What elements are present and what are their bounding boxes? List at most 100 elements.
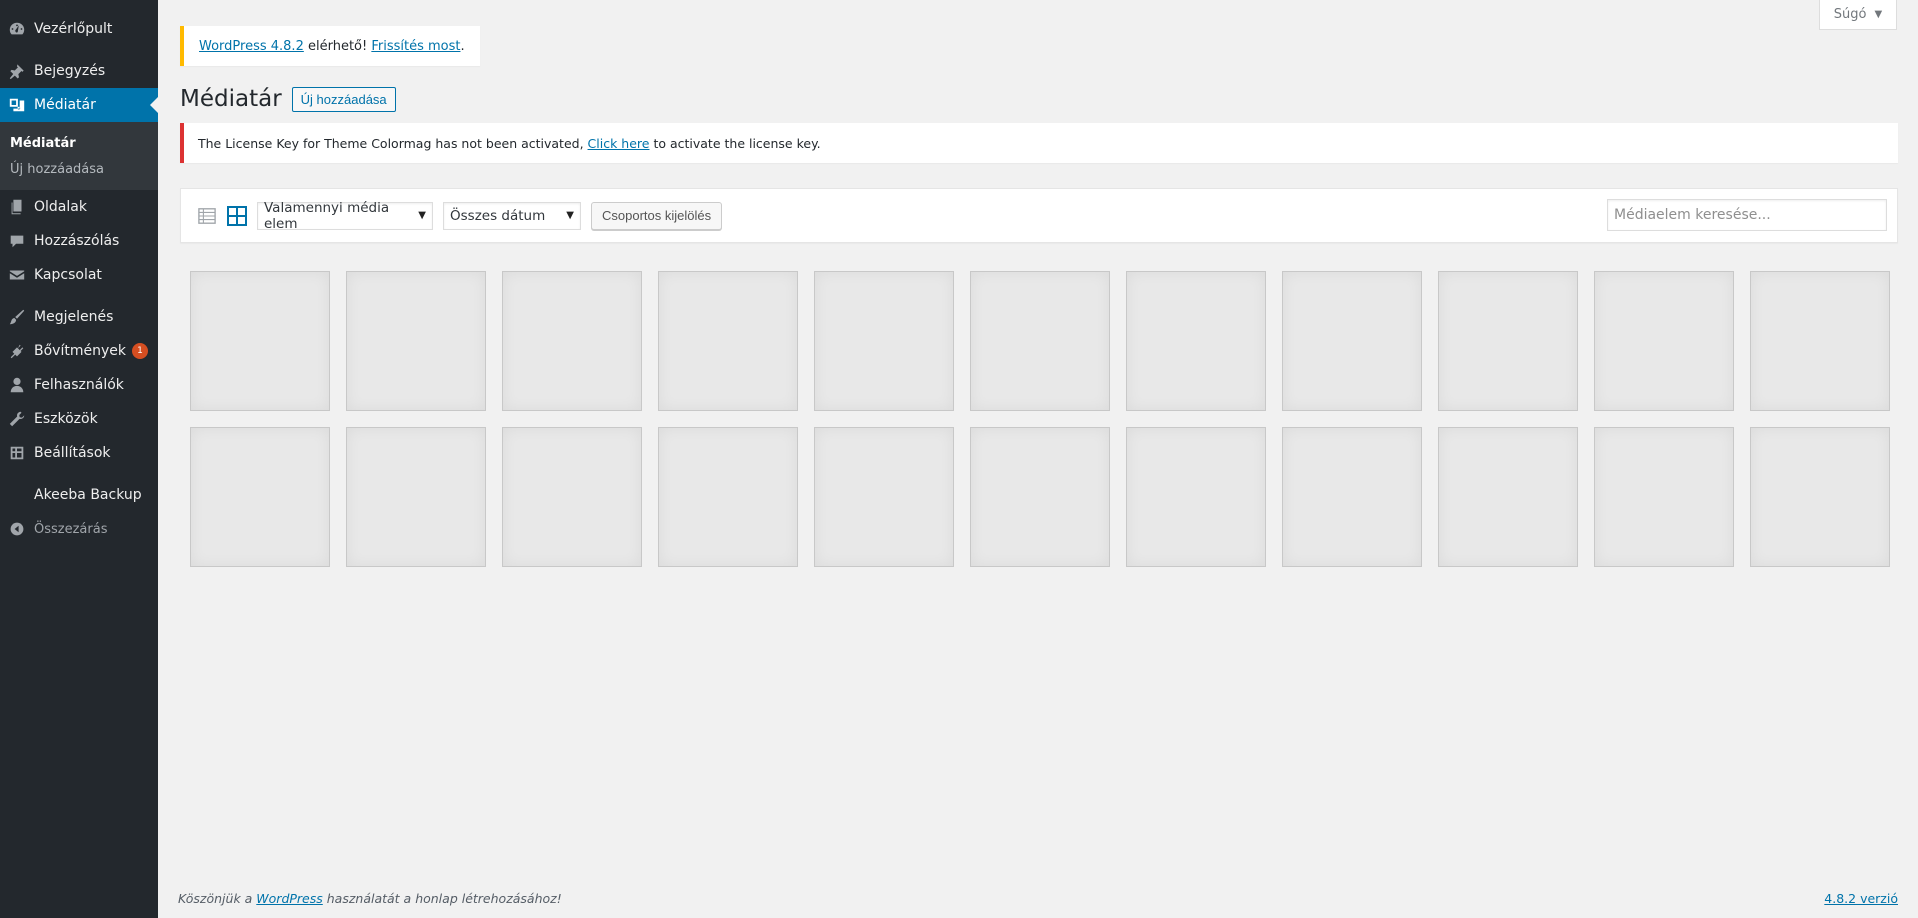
media-tile[interactable] (1438, 427, 1578, 567)
media-toolbar: Valamennyi média elem ▼ Összes dátum ▼ C… (180, 188, 1898, 243)
media-tile[interactable] (658, 271, 798, 411)
comments-icon (0, 232, 34, 250)
media-tile[interactable] (814, 427, 954, 567)
media-submenu: Médiatár Új hozzáadása (0, 122, 158, 190)
license-click-here-link[interactable]: Click here (588, 136, 650, 151)
license-text-after: to activate the license key. (649, 135, 821, 151)
submenu-item-library[interactable]: Médiatár (0, 130, 158, 156)
update-nag-notice: WordPress 4.8.2 elérhető! Frissítés most… (180, 26, 480, 66)
menu-label: Vezérlőpult (34, 21, 113, 37)
license-error-notice: The License Key for Theme Colormag has n… (180, 123, 1898, 163)
media-tile[interactable] (1126, 271, 1266, 411)
pages-icon (0, 198, 34, 216)
media-tile[interactable] (970, 271, 1110, 411)
media-tile[interactable] (1594, 271, 1734, 411)
menu-label: Bővítmények (34, 343, 126, 359)
media-tile[interactable] (190, 427, 330, 567)
chevron-down-icon: ▼ (1874, 9, 1883, 20)
media-tile[interactable] (346, 271, 486, 411)
date-filter-value: Összes dátum (450, 207, 546, 224)
media-tile[interactable] (502, 427, 642, 567)
media-type-filter-value: Valamennyi média elem (264, 199, 390, 232)
dashboard-icon (0, 20, 34, 38)
menu-label: Felhasználók (34, 377, 124, 393)
menu-item-akeeba-backup[interactable]: Akeeba Backup (0, 478, 158, 512)
menu-label: Eszközök (34, 411, 98, 427)
menu-label: Médiatár (34, 97, 96, 113)
submenu-item-add-new[interactable]: Új hozzáadása (0, 156, 158, 182)
update-now-link[interactable]: Frissítés most (371, 39, 460, 54)
media-tile[interactable] (1282, 427, 1422, 567)
menu-item-tools[interactable]: Eszközök (0, 402, 158, 436)
grid-view-icon[interactable] (227, 205, 247, 226)
update-nag-end: . (460, 38, 465, 54)
date-filter[interactable]: Összes dátum ▼ (443, 201, 581, 230)
admin-menu: Vezérlőpult Bejegyzés Médiatár Médiatár … (0, 0, 158, 546)
media-tile[interactable] (190, 271, 330, 411)
menu-label: Oldalak (34, 199, 87, 215)
dropdown-arrow-icon: ▼ (418, 210, 426, 221)
menu-item-appearance[interactable]: Megjelenés (0, 300, 158, 334)
menu-item-users[interactable]: Felhasználók (0, 368, 158, 402)
bulk-select-button[interactable]: Csoportos kijelölés (591, 201, 723, 230)
menu-label: Bejegyzés (34, 63, 106, 79)
license-text-before: The License Key for Theme Colormag has n… (198, 135, 588, 151)
list-view-icon[interactable] (197, 206, 217, 226)
page-title: Médiatár (180, 86, 282, 112)
media-search-input[interactable] (1607, 199, 1887, 231)
media-tile[interactable] (1282, 271, 1422, 411)
media-grid (190, 271, 1890, 567)
main-content: Súgó ▼ WordPress 4.8.2 elérhető! Frissít… (158, 0, 1918, 918)
dropdown-arrow-icon: ▼ (566, 210, 574, 221)
media-tile[interactable] (502, 271, 642, 411)
menu-item-collapse[interactable]: Összezárás (0, 512, 158, 546)
media-tile[interactable] (346, 427, 486, 567)
settings-icon (0, 444, 34, 462)
menu-item-contact[interactable]: Kapcsolat (0, 258, 158, 292)
menu-label: Beállítások (34, 445, 111, 461)
admin-footer: Köszönjük a WordPress használatát a honl… (178, 888, 1898, 908)
menu-item-plugins[interactable]: Bővítmények 1 (0, 334, 158, 368)
media-tile[interactable] (970, 427, 1110, 567)
media-tile[interactable] (1438, 271, 1578, 411)
media-tile[interactable] (658, 427, 798, 567)
collapse-icon (0, 521, 34, 537)
brush-icon (0, 308, 34, 326)
pin-icon (0, 62, 34, 80)
media-icon (0, 96, 34, 114)
menu-label: Akeeba Backup (34, 487, 142, 503)
menu-item-dashboard[interactable]: Vezérlőpult (0, 12, 158, 46)
media-tile[interactable] (1126, 427, 1266, 567)
help-tab-button[interactable]: Súgó ▼ (1819, 0, 1897, 30)
users-icon (0, 376, 34, 394)
menu-item-pages[interactable]: Oldalak (0, 190, 158, 224)
page-header: Médiatár Új hozzáadása (180, 86, 396, 112)
add-new-media-button[interactable]: Új hozzáadása (291, 86, 396, 112)
menu-label: Megjelenés (34, 309, 114, 325)
media-tile[interactable] (1594, 427, 1734, 567)
menu-label: Összezárás (34, 521, 108, 537)
footer-wordpress-link[interactable]: WordPress (256, 891, 322, 906)
menu-label: Hozzászólás (34, 233, 120, 249)
media-type-filter[interactable]: Valamennyi média elem ▼ (257, 199, 433, 232)
menu-item-comments[interactable]: Hozzászólás (0, 224, 158, 258)
footer-text-after: használatát a honlap létrehozásához! (322, 890, 562, 906)
menu-label: Kapcsolat (34, 267, 102, 283)
menu-item-posts[interactable]: Bejegyzés (0, 54, 158, 88)
mail-icon (0, 266, 34, 284)
media-tile[interactable] (1750, 427, 1890, 567)
wordpress-version-link[interactable]: WordPress 4.8.2 (199, 39, 304, 54)
footer-version-link[interactable]: 4.8.2 verzió (1824, 891, 1898, 906)
menu-item-settings[interactable]: Beállítások (0, 436, 158, 470)
footer-text-before: Köszönjük a (178, 890, 257, 906)
plugins-icon (0, 342, 34, 360)
update-nag-text: elérhető! (303, 38, 372, 54)
admin-sidebar: Vezérlőpult Bejegyzés Médiatár Médiatár … (0, 0, 158, 918)
footer-thanks: Köszönjük a WordPress használatát a honl… (178, 891, 562, 906)
media-tile[interactable] (1750, 271, 1890, 411)
menu-item-media[interactable]: Médiatár (0, 88, 158, 122)
update-count-badge: 1 (131, 343, 148, 359)
tools-icon (0, 410, 34, 428)
media-tile[interactable] (814, 271, 954, 411)
help-label: Súgó (1833, 7, 1867, 22)
